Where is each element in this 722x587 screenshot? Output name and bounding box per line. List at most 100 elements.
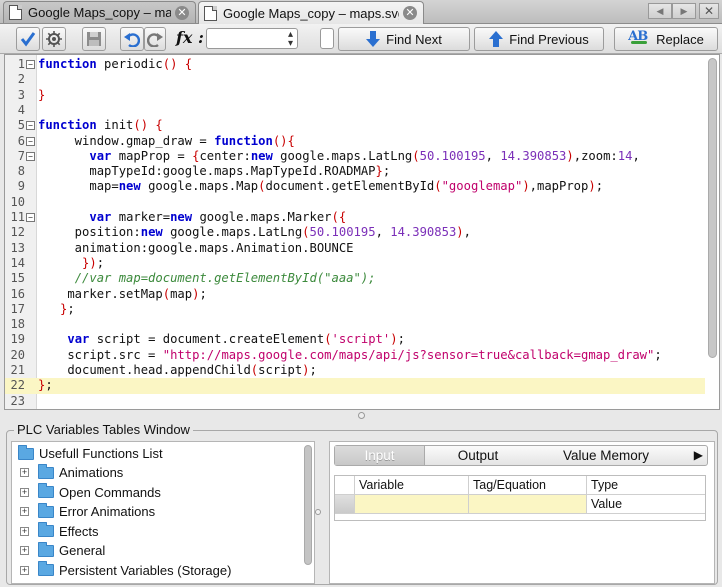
code-text: }; xyxy=(60,301,75,316)
search-input[interactable] xyxy=(320,28,334,49)
tab-input[interactable]: Input xyxy=(335,446,425,465)
line-number: 5 xyxy=(17,118,25,133)
folder-icon xyxy=(38,522,54,537)
settings-button[interactable] xyxy=(42,27,66,51)
previous-tab-button[interactable]: ◀ xyxy=(648,3,672,19)
tag-equation-cell[interactable] xyxy=(469,495,587,514)
tree-item[interactable]: + General xyxy=(20,541,105,560)
line-number: 2 xyxy=(17,72,25,87)
replace-button[interactable]: AB Replace xyxy=(614,27,718,51)
next-tab-button[interactable]: ▶ xyxy=(672,3,696,19)
tab-output[interactable]: Output xyxy=(425,446,531,465)
tree-item[interactable]: + Persistent Variables (Storage) xyxy=(20,561,231,580)
line-number: 4 xyxy=(17,102,25,117)
redo-button[interactable] xyxy=(144,27,166,51)
close-tab-icon[interactable]: ✕ xyxy=(403,6,417,20)
code-line[interactable]: 22}; xyxy=(5,378,705,394)
expand-icon[interactable]: + xyxy=(20,507,29,516)
document-icon xyxy=(204,5,217,21)
collapse-fold-icon[interactable]: − xyxy=(26,60,35,69)
tree-item[interactable]: + Animations xyxy=(20,463,123,482)
code-line[interactable]: 4 xyxy=(5,103,705,118)
tree-item[interactable]: + Open Commands xyxy=(20,483,161,502)
code-editor[interactable]: 1− function periodic() {2 3} 4 5− function in… xyxy=(4,54,720,410)
code-line[interactable]: 6− window.gmap_draw = function(){ xyxy=(5,134,705,149)
column-header-type[interactable]: Type xyxy=(587,476,705,495)
function-select[interactable]: ▴ ▾ xyxy=(206,28,298,49)
code-line[interactable]: 5− function init() { xyxy=(5,118,705,133)
tree-scrollbar[interactable] xyxy=(304,445,312,565)
line-number: 9 xyxy=(17,179,25,194)
tree-item-label: Error Animations xyxy=(59,504,156,519)
line-number: 1 xyxy=(17,57,25,71)
tab-maps[interactable]: Google Maps_copy – maps ✕ xyxy=(3,1,196,23)
code-text: window.gmap_draw = function(){ xyxy=(38,133,295,148)
variable-cell[interactable] xyxy=(355,495,469,514)
floppy-disk-icon xyxy=(87,32,101,46)
save-button[interactable] xyxy=(82,27,106,51)
folder-icon xyxy=(38,541,54,557)
find-previous-button[interactable]: Find Previous xyxy=(474,27,604,51)
code-line[interactable]: 21 document.head.appendChild(script); xyxy=(5,363,705,378)
editor-scrollbar[interactable] xyxy=(708,58,717,358)
collapse-fold-icon[interactable]: − xyxy=(26,121,35,131)
code-line[interactable]: 2 xyxy=(5,72,705,87)
tab-value-memory[interactable]: Value Memory xyxy=(531,446,681,465)
code-line[interactable]: 12 position:new google.maps.LatLng(50.10… xyxy=(5,225,705,240)
code-line[interactable]: 17 }; xyxy=(5,302,705,317)
expand-icon[interactable]: + xyxy=(20,468,29,477)
code-line[interactable]: 7− var mapProp = {center:new google.maps… xyxy=(5,149,705,164)
code-line[interactable]: 18 xyxy=(5,317,705,332)
code-line[interactable]: 10 xyxy=(5,195,705,210)
code-line[interactable]: 11− var marker=new google.maps.Marker({ xyxy=(5,210,705,225)
code-line[interactable]: 8 mapTypeId:google.maps.MapTypeId.ROADMA… xyxy=(5,164,705,179)
tab-maps-svg-js[interactable]: Google Maps_copy – maps.svg.js ✕ xyxy=(198,1,424,24)
code-line[interactable]: 9 map=new google.maps.Map(document.getEl… xyxy=(5,179,705,194)
code-text: var marker=new google.maps.Marker({ xyxy=(89,210,347,224)
code-line[interactable]: 14 }); xyxy=(5,256,705,271)
line-number: 15 xyxy=(10,271,25,286)
code-line[interactable]: 19 var script = document.createElement('… xyxy=(5,332,705,347)
column-header-tag-equation[interactable]: Tag/Equation xyxy=(469,476,587,495)
close-window-button[interactable]: ✕ xyxy=(699,3,719,19)
expand-icon[interactable]: + xyxy=(20,487,29,497)
expand-icon[interactable]: + xyxy=(20,526,29,536)
code-line[interactable]: 1− function periodic() { xyxy=(5,57,705,72)
row-header[interactable] xyxy=(335,495,355,514)
type-cell[interactable]: Value xyxy=(587,495,705,514)
panel-title: PLC Variables Tables Window xyxy=(14,422,193,437)
code-line[interactable]: 16 marker.setMap(map); xyxy=(5,287,705,302)
code-text: }; xyxy=(38,378,53,393)
find-next-button[interactable]: Find Next xyxy=(338,27,470,51)
code-line[interactable]: 13 animation:google.maps.Animation.BOUNC… xyxy=(5,241,705,256)
undo-button[interactable] xyxy=(120,27,144,51)
folder-icon xyxy=(38,463,54,479)
line-number: 10 xyxy=(10,194,25,209)
code-line[interactable]: 15 //var map=document.getElementById("aa… xyxy=(5,271,705,286)
close-tab-icon[interactable]: ✕ xyxy=(175,5,189,20)
panel-splitter-handle[interactable] xyxy=(315,509,321,515)
expand-icon[interactable]: + xyxy=(20,565,29,575)
pane-splitter[interactable] xyxy=(0,410,722,422)
code-line[interactable]: 20 script.src = "http://maps.google.com/… xyxy=(5,348,705,363)
tree-item[interactable]: + Error Animations xyxy=(20,502,155,521)
check-syntax-button[interactable] xyxy=(16,27,40,51)
line-number: 12 xyxy=(10,225,25,240)
collapse-fold-icon[interactable]: − xyxy=(26,151,35,161)
column-header-variable[interactable]: Variable xyxy=(355,476,469,495)
collapse-fold-icon[interactable]: − xyxy=(26,213,35,222)
tree-root[interactable]: Usefull Functions List xyxy=(18,444,163,463)
line-number: 16 xyxy=(10,286,25,301)
expand-icon[interactable]: + xyxy=(20,546,29,555)
splitter-handle[interactable] xyxy=(358,412,365,419)
functions-tree[interactable]: Usefull Functions List + Animations + Open … xyxy=(11,441,315,584)
tree-root-label: Usefull Functions List xyxy=(39,446,163,461)
code-line[interactable]: 23 xyxy=(5,394,705,409)
tree-item[interactable]: + Effects xyxy=(20,522,99,541)
tree-item-label: General xyxy=(59,543,106,558)
more-tabs-arrow-icon[interactable]: ▶ xyxy=(694,446,703,465)
collapse-fold-icon[interactable]: − xyxy=(26,136,35,146)
code-text: map=new google.maps.Map(document.getElem… xyxy=(38,179,604,194)
gear-icon xyxy=(46,31,62,47)
code-line[interactable]: 3} xyxy=(5,88,705,103)
